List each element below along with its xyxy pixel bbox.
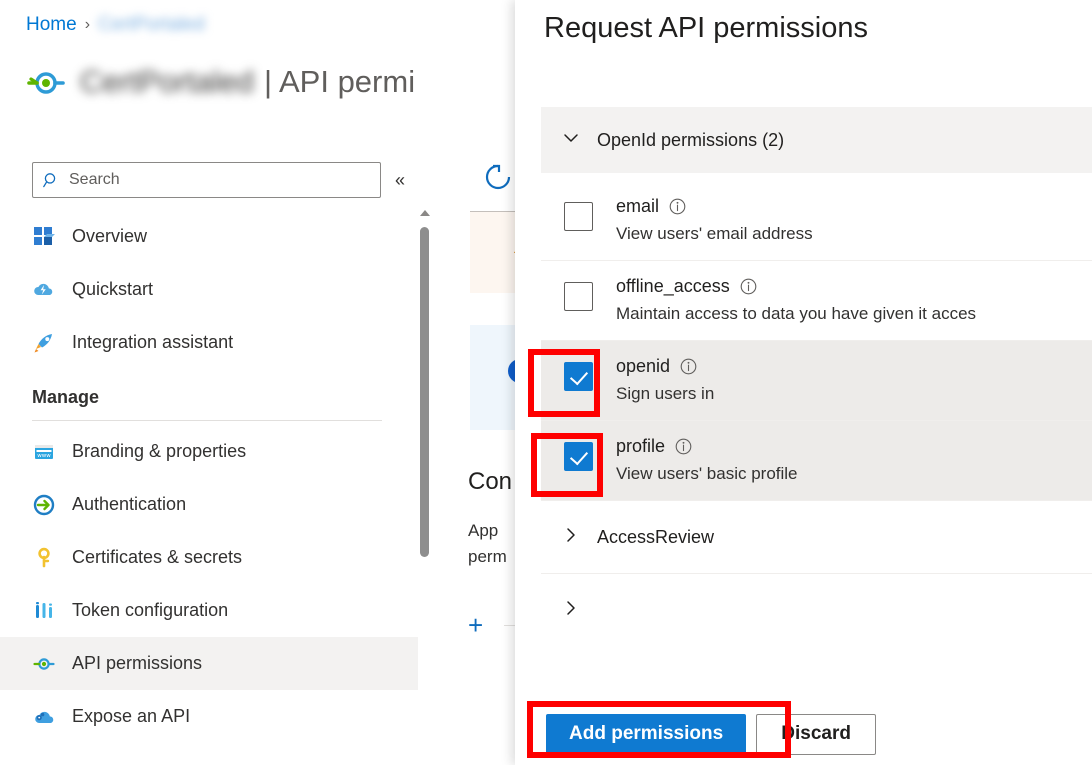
permission-description: View users' basic profile <box>616 464 798 483</box>
sidebar-item-label: Quickstart <box>72 279 154 299</box>
checkbox-cell <box>541 354 616 391</box>
group-row-next-partial[interactable] <box>541 574 1092 625</box>
page-title-section: | API permi <box>264 64 416 99</box>
sidebar-item-token-configuration[interactable]: Token configuration <box>0 584 418 637</box>
info-icon[interactable] <box>740 278 757 295</box>
sidebar-item-label: Branding & properties <box>72 441 247 461</box>
sidebar-item-api-permissions[interactable]: API permissions <box>0 637 418 690</box>
plus-icon: + <box>468 610 484 640</box>
info-icon[interactable] <box>680 358 697 375</box>
rocket-icon <box>32 331 56 355</box>
sidebar-item-quickstart[interactable]: Quickstart <box>0 263 418 316</box>
checkbox-cell <box>541 194 616 231</box>
sidebar-item-label: Authentication <box>72 494 187 514</box>
permission-row-email[interactable]: email View users' email address <box>541 181 1092 261</box>
quickstart-cloud-icon <box>32 278 56 302</box>
permission-name: openid <box>616 356 671 376</box>
sidebar-item-label: Token configuration <box>72 600 229 620</box>
sidebar-item-label: Certificates & secrets <box>72 547 243 567</box>
token-config-icon <box>32 599 56 623</box>
sidebar: « Overview <box>0 150 432 765</box>
scroll-up-arrow-icon[interactable] <box>420 210 430 216</box>
description-line-1: App <box>468 521 499 540</box>
permission-name: profile <box>616 436 666 456</box>
permission-texts: profile View users' basic profile <box>616 434 798 484</box>
sidebar-item-label: Expose an API <box>72 706 191 726</box>
permission-checkbox-openid[interactable] <box>564 362 593 391</box>
permission-row-offline-access[interactable]: offline_access Maintain access to data y… <box>541 261 1092 341</box>
key-icon <box>32 546 56 570</box>
page-title-app-name: CertPortaled <box>80 64 255 99</box>
permission-description: View users' email address <box>616 224 813 243</box>
sidebar-item-authentication[interactable]: Authentication <box>0 478 418 531</box>
breadcrumb-home-link[interactable]: Home <box>26 14 77 36</box>
search-input[interactable] <box>69 171 359 189</box>
sidebar-item-label: Overview <box>72 226 148 246</box>
sidebar-scrollbar[interactable] <box>417 205 433 625</box>
permission-row-profile[interactable]: profile View users' basic profile <box>541 421 1092 501</box>
permission-description: Maintain access to data you have given i… <box>616 304 977 323</box>
permission-name: offline_access <box>616 276 730 296</box>
permission-checkbox-offline-access[interactable] <box>564 282 593 311</box>
sidebar-item-certificates-secrets[interactable]: Certificates & secrets <box>0 531 418 584</box>
sidebar-item-label: Integration assistant <box>72 332 234 352</box>
api-permissions-icon <box>26 62 66 102</box>
discard-button[interactable]: Discard <box>756 713 877 755</box>
expose-api-icon <box>32 705 56 729</box>
overview-icon <box>32 225 56 249</box>
group-row-label: AccessReview <box>597 526 715 547</box>
sidebar-search-row: « <box>32 162 422 198</box>
authentication-icon <box>32 493 56 517</box>
panel-footer: Add permissions Discard <box>515 703 1092 765</box>
checkbox-cell <box>541 434 616 471</box>
sidebar-nav-list: Overview Quickstart Integration assistan… <box>0 210 418 743</box>
add-a-permission-button[interactable]: + <box>468 612 491 638</box>
description-line-2: perm <box>468 547 507 566</box>
search-icon <box>43 172 60 189</box>
breadcrumb-current-item[interactable]: CertPortaled <box>98 14 205 36</box>
sidebar-divider <box>32 420 382 421</box>
permission-texts: openid Sign users in <box>616 354 714 404</box>
sidebar-item-branding-properties[interactable]: www Branding & properties <box>0 425 418 478</box>
permission-row-openid[interactable]: openid Sign users in <box>541 341 1092 421</box>
breadcrumb-separator-icon: › <box>84 16 91 33</box>
sidebar-group-manage: Manage <box>32 387 100 407</box>
chevron-right-icon <box>561 598 581 623</box>
permission-checkbox-email[interactable] <box>564 202 593 231</box>
group-header-label: OpenId permissions (2) <box>597 129 785 150</box>
breadcrumb: Home › CertPortaled <box>26 14 205 36</box>
sidebar-item-integration-assistant[interactable]: Integration assistant <box>0 316 418 369</box>
request-api-permissions-panel: Request API permissions OpenId permissio… <box>515 0 1092 765</box>
scrollbar-thumb[interactable] <box>420 227 429 557</box>
group-header-openid-permissions[interactable]: OpenId permissions (2) <box>541 107 1092 173</box>
info-icon[interactable] <box>675 438 692 455</box>
api-permissions-icon <box>32 652 56 676</box>
info-icon[interactable] <box>669 198 686 215</box>
checkbox-cell <box>541 274 616 311</box>
refresh-icon[interactable] <box>482 161 514 193</box>
branding-icon: www <box>32 440 56 464</box>
add-permissions-button[interactable]: Add permissions <box>546 713 747 755</box>
chevron-down-icon <box>561 128 581 153</box>
permission-checkbox-profile[interactable] <box>564 442 593 471</box>
permission-texts: email View users' email address <box>616 194 813 244</box>
permission-texts: offline_access Maintain access to data y… <box>616 274 976 324</box>
group-row-accessreview[interactable]: AccessReview <box>541 501 1092 574</box>
chevron-right-icon <box>561 525 581 550</box>
sidebar-item-overview[interactable]: Overview <box>0 210 418 263</box>
collapse-sidebar-icon[interactable]: « <box>395 171 405 189</box>
svg-text:www: www <box>37 453 51 459</box>
permissions-list: email View users' email address offline_… <box>541 181 1092 625</box>
configured-permissions-heading: Con <box>468 468 513 495</box>
search-box[interactable] <box>32 162 381 198</box>
sidebar-item-expose-an-api[interactable]: Expose an API <box>0 690 418 743</box>
panel-title: Request API permissions <box>544 12 868 44</box>
permission-name: email <box>616 196 660 216</box>
sidebar-item-label: API permissions <box>72 653 203 673</box>
permission-description: Sign users in <box>616 384 715 403</box>
page-title: CertPortaled | API permi <box>26 58 415 106</box>
